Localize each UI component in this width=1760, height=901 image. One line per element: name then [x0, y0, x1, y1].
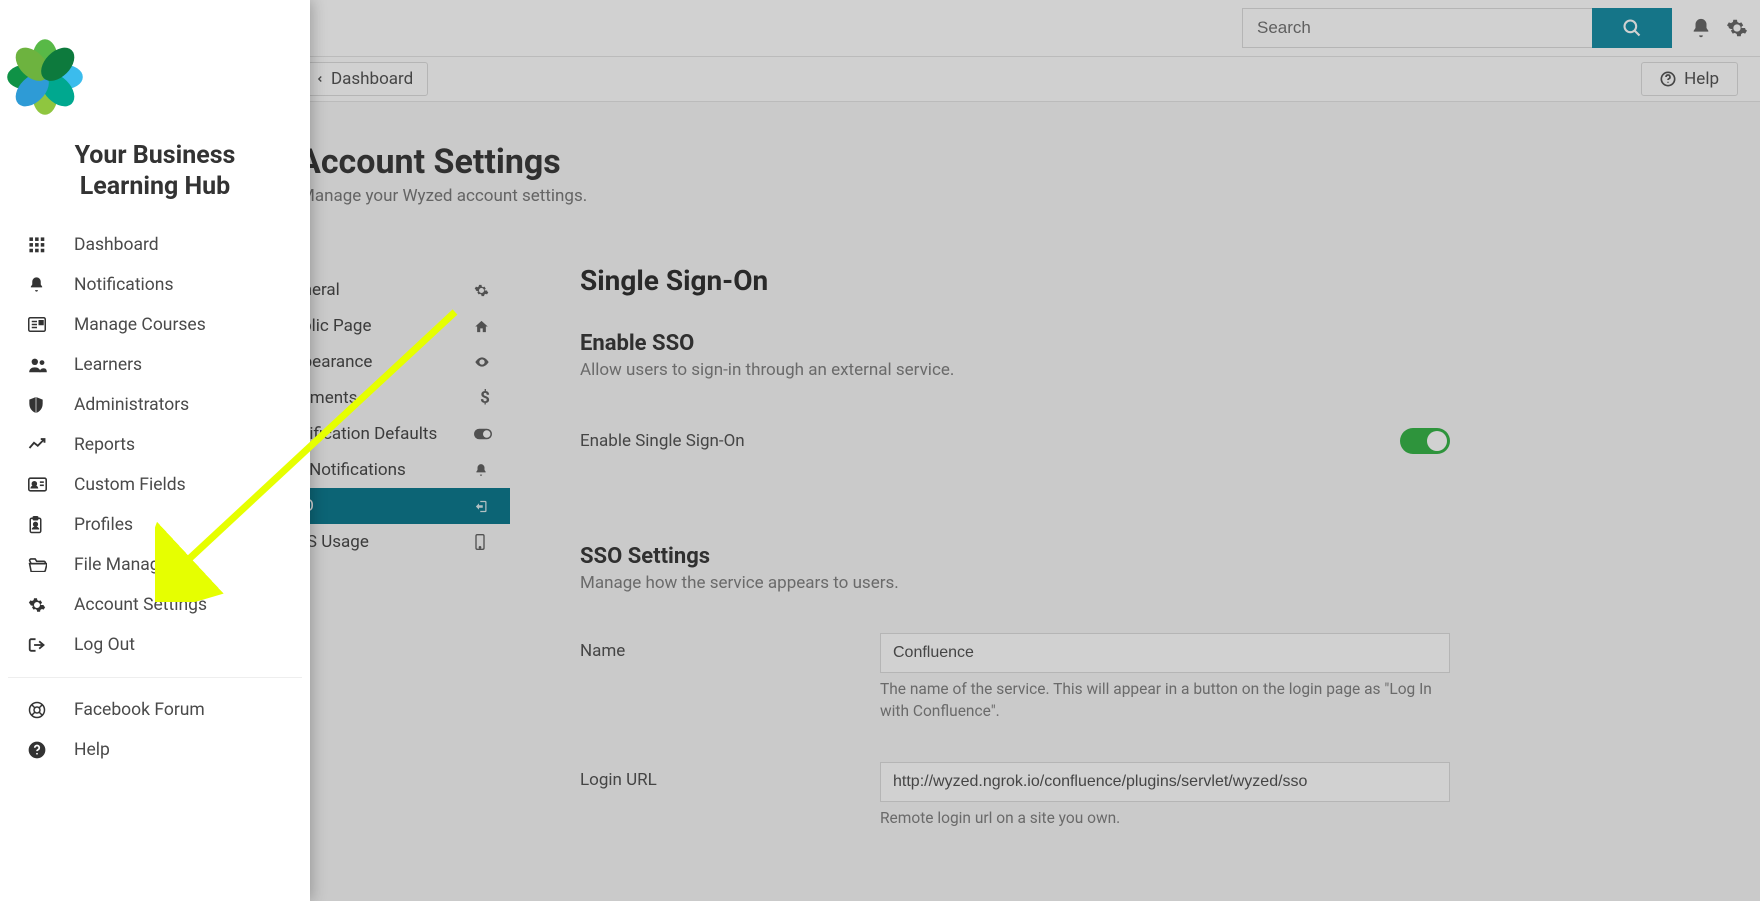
sso-settings-heading: SSO Settings — [580, 544, 1720, 569]
page-title: Account Settings — [298, 142, 1760, 182]
help-circle-icon — [28, 741, 52, 759]
tab-sms-usage[interactable]: SMS Usage — [280, 524, 510, 560]
sidebar-item-log-out[interactable]: Log Out — [0, 625, 310, 665]
enable-sso-heading: Enable SSO — [580, 331, 1720, 356]
sidebar-item-label: Facebook Forum — [74, 700, 205, 720]
sso-login-url-label: Login URL — [580, 762, 880, 790]
tab-appearance[interactable]: Appearance — [280, 344, 510, 380]
help-button-label: Help — [1684, 69, 1719, 89]
dollar-icon: $ — [474, 388, 496, 408]
brand-title: Your BusinessLearning Hub — [0, 140, 310, 203]
sidebar-item-help[interactable]: Help — [0, 730, 310, 770]
settings-tabs: General Public Page Appearance Payments … — [280, 272, 510, 830]
badge-icon — [28, 516, 52, 534]
sso-settings-section: SSO Settings Manage how the service appe… — [580, 544, 1720, 593]
sidebar-item-learners[interactable]: Learners — [0, 345, 310, 385]
chart-line-icon — [28, 437, 52, 453]
sso-login-url-hint: Remote login url on a site you own. — [880, 808, 1450, 830]
signin-icon — [474, 499, 496, 514]
folder-open-icon — [28, 557, 52, 572]
sidebar-item-label: Dashboard — [74, 235, 159, 255]
sidebar-item-label: Administrators — [74, 395, 189, 415]
sidebar-item-administrators[interactable]: Administrators — [0, 385, 310, 425]
tab-general[interactable]: General — [280, 272, 510, 308]
shield-icon — [28, 396, 52, 414]
sidebar-item-file-manager[interactable]: File Manager — [0, 545, 310, 585]
sso-name-label: Name — [580, 633, 880, 661]
sso-heading: Single Sign-On — [580, 264, 1720, 297]
settings-gear-icon[interactable] — [1726, 17, 1748, 39]
users-icon — [28, 357, 52, 373]
sidebar-item-dashboard[interactable]: Dashboard — [0, 225, 310, 265]
sidebar-item-manage-courses[interactable]: Manage Courses — [0, 305, 310, 345]
grid-icon — [28, 236, 52, 253]
sidebar-item-facebook-forum[interactable]: Facebook Forum — [0, 690, 310, 730]
sidebar-item-label: Custom Fields — [74, 475, 186, 495]
page-heading: Account Settings Manage your Wyzed accou… — [300, 102, 1760, 216]
sidebar-item-custom-fields[interactable]: Custom Fields — [0, 465, 310, 505]
lifebuoy-icon — [28, 701, 52, 719]
sidebar-item-label: Reports — [74, 435, 135, 455]
sidebar-divider — [8, 677, 302, 678]
sidebar-item-label: Help — [74, 740, 110, 760]
newspaper-icon — [28, 317, 52, 332]
id-card-icon — [28, 477, 52, 492]
phone-icon — [474, 534, 496, 550]
sidebar-item-account-settings[interactable]: Account Settings — [0, 585, 310, 625]
toggle-icon — [474, 428, 496, 440]
sidebar-drawer: Your BusinessLearning Hub Dashboard Noti… — [0, 0, 310, 901]
sidebar-item-profiles[interactable]: Profiles — [0, 505, 310, 545]
sso-name-input[interactable] — [880, 633, 1450, 673]
gear-icon — [474, 283, 496, 298]
sidebar-nav: Dashboard Notifications Manage Courses L… — [0, 225, 310, 770]
tab-payments[interactable]: Payments $ — [280, 380, 510, 416]
sidebar-item-label: Account Settings — [74, 595, 207, 615]
enable-sso-sub: Allow users to sign-in through an extern… — [580, 360, 1720, 380]
help-circle-icon — [1660, 71, 1676, 87]
sidebar-item-label: Notifications — [74, 275, 173, 295]
brand-logo — [0, 0, 310, 122]
search-button[interactable] — [1592, 8, 1672, 48]
enable-sso-toggle[interactable] — [1400, 428, 1450, 454]
sidebar-item-label: File Manager — [74, 555, 175, 575]
breadcrumb-dashboard[interactable]: Dashboard — [300, 62, 428, 96]
bell-icon — [474, 463, 496, 477]
tab-notification-defaults[interactable]: Notification Defaults — [280, 416, 510, 452]
sidebar-item-label: Learners — [74, 355, 142, 375]
page-subtitle: Manage your Wyzed account settings. — [300, 186, 1760, 206]
sidebar-item-label: Profiles — [74, 515, 133, 535]
clover-logo-icon — [0, 32, 90, 122]
sign-out-icon — [28, 637, 52, 653]
help-button[interactable]: Help — [1641, 62, 1738, 96]
notifications-icon[interactable] — [1690, 17, 1712, 39]
home-icon — [474, 319, 496, 334]
tab-my-notifications[interactable]: My Notifications — [280, 452, 510, 488]
sidebar-item-reports[interactable]: Reports — [0, 425, 310, 465]
tab-public-page[interactable]: Public Page — [280, 308, 510, 344]
sidebar-item-label: Log Out — [74, 635, 135, 655]
eye-icon — [474, 354, 496, 370]
bell-icon — [28, 276, 52, 293]
tab-sso[interactable]: SSO — [280, 488, 510, 524]
chevron-left-icon — [315, 72, 325, 86]
breadcrumb-label: Dashboard — [331, 69, 413, 89]
sidebar-item-label: Manage Courses — [74, 315, 206, 335]
search-input[interactable] — [1242, 8, 1592, 48]
sidebar-item-notifications[interactable]: Notifications — [0, 265, 310, 305]
sso-name-hint: The name of the service. This will appea… — [880, 679, 1450, 722]
enable-sso-section: Enable SSO Allow users to sign-in throug… — [580, 331, 1720, 380]
search-icon — [1622, 18, 1642, 38]
gear-icon — [28, 596, 52, 614]
enable-sso-label: Enable Single Sign-On — [580, 431, 745, 451]
sso-login-url-input[interactable] — [880, 762, 1450, 802]
sso-settings-sub: Manage how the service appears to users. — [580, 573, 1720, 593]
